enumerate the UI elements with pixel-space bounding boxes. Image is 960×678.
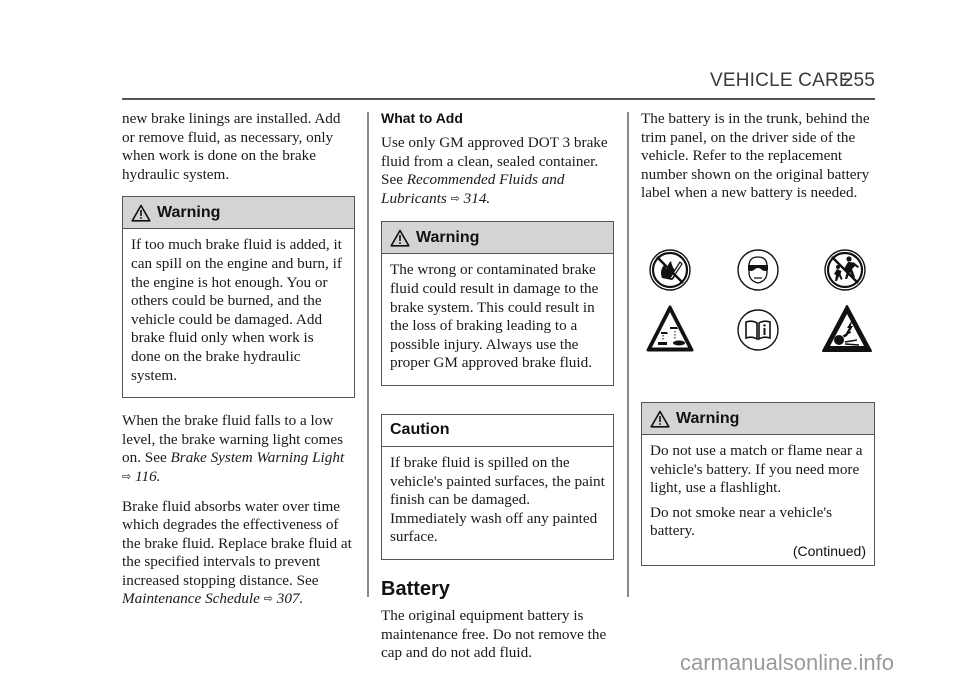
column-3: The battery is in the trunk, behind the … [641,110,875,213]
warning-header: Warning [123,197,354,230]
column-divider [627,112,629,597]
section-title: VEHICLE CARE [710,70,852,91]
keep-children-away-icon [824,249,866,291]
corrosive-acid-icon [646,305,694,352]
battery-safety-symbols [641,248,875,358]
column-1: new brake linings are installed. Add or … [122,110,355,620]
ref-page: 116 [135,467,157,485]
punctuation: . [299,590,304,608]
warning-text: Do not smoke near a vehicle's battery. [650,503,832,540]
ref-page: 314 [463,189,487,207]
column-divider [367,112,369,597]
warning-title: Warning [676,409,740,427]
brake-fluid-absorbs-paragraph: Brake fluid absorbs water over time whic… [122,498,355,611]
explosive-gas-icon [822,305,872,352]
warning-title: Warning [157,203,221,221]
eye-protection-icon [737,249,779,291]
watermark: carmanualsonline.info [680,650,895,675]
page-header: VEHICLE CARE 255 [710,70,875,96]
page-ref-arrow-icon: ⇨ [450,192,460,205]
warning-text: The wrong or contaminated brake fluid co… [390,261,599,372]
battery-heading: Battery [381,577,450,600]
what-to-add-heading: What to Add [381,110,463,126]
page-ref-arrow-icon: ⇨ [122,470,132,483]
paragraph-text: Brake fluid absorbs water over time whic… [122,497,352,589]
punctuation: . [156,467,161,485]
battery-paragraph: The original equipment battery is mainte… [381,606,607,662]
warning-box: Warning If too much brake fluid is added… [122,196,355,399]
warning-title: Warning [416,228,480,246]
column-2: What to Add Use only GM approved DOT 3 b… [381,110,614,673]
ref-title: Brake System Warning Light [170,449,345,467]
ref-title: Maintenance Schedule [122,590,260,608]
cross-reference-link[interactable]: Recommended Fluids and Lubricants ⇨ 314 [381,171,564,207]
caution-box: Caution If brake fluid is spilled on the… [381,413,614,560]
warning-box: Warning Do not use a match or flame near… [641,402,875,566]
warning-triangle-icon [131,204,151,222]
continued-label: (Continued) [792,542,866,559]
warning-triangle-icon [390,229,410,247]
caution-text: If brake fluid is spilled on the vehicle… [390,453,605,546]
cross-reference-link[interactable]: Maintenance Schedule ⇨ 307 [122,590,300,607]
column-3-lower: Warning Do not use a match or flame near… [641,402,875,566]
no-flame-smoking-icon [649,249,691,291]
punctuation: . [486,189,491,207]
what-to-add-paragraph: Use only GM approved DOT 3 brake fluid f… [381,134,614,209]
header-rule [122,98,875,100]
warning-text: Do not use a match or flame near a vehic… [650,442,863,497]
battery-location-paragraph: The battery is in the trunk, behind the … [641,110,870,202]
brake-light-paragraph: When the brake fluid falls to a low leve… [122,412,355,487]
warning-header: Warning [382,222,613,255]
ref-page: 307 [276,590,300,608]
warning-box: Warning The wrong or contaminated brake … [381,221,614,386]
read-manual-icon [737,309,779,351]
page-number: 255 [842,70,875,91]
page-ref-arrow-icon: ⇨ [263,593,273,606]
intro-paragraph: new brake linings are installed. Add or … [122,110,341,183]
warning-text: If too much brake fluid is added, it can… [131,236,342,384]
caution-title: Caution [390,421,450,439]
warning-header: Warning [642,403,874,435]
warning-triangle-icon [650,410,670,428]
caution-header: Caution [382,414,613,447]
